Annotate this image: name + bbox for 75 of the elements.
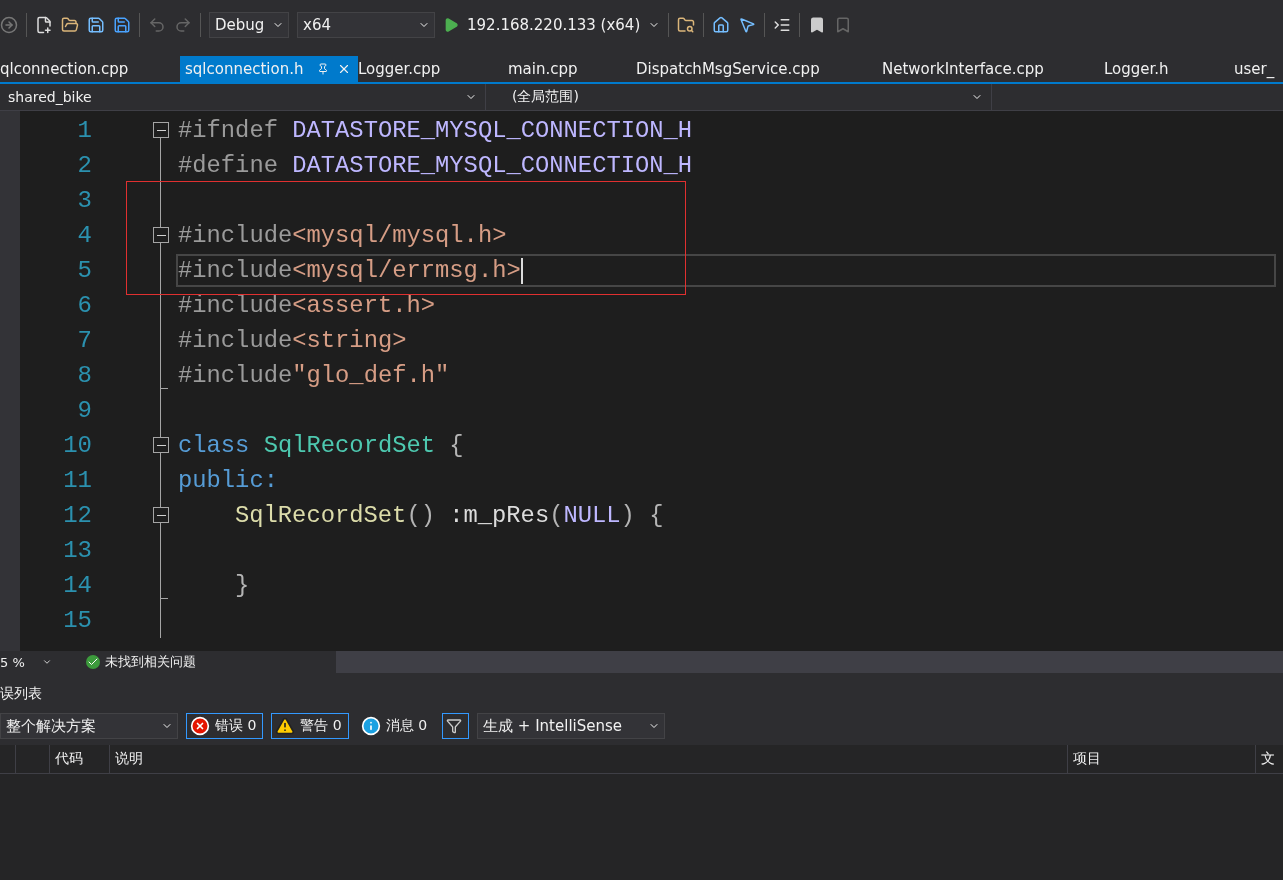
line-number: 4: [76, 222, 92, 249]
line-number: 13: [62, 537, 92, 564]
line-number: 12: [62, 502, 92, 529]
file-tab[interactable]: qlconnection.cpp: [0, 56, 180, 82]
play-icon[interactable]: [443, 17, 459, 33]
file-tab[interactable]: NetworkInterface.cpp: [882, 56, 1104, 82]
column-header[interactable]: 说明: [110, 745, 1068, 773]
line-number: 9: [76, 397, 92, 424]
code-line: #include<assert.h>: [177, 291, 437, 321]
column-header[interactable]: 代码: [50, 745, 110, 773]
redo-icon[interactable]: [174, 16, 192, 34]
panel-title: 误列表: [0, 685, 42, 703]
home-icon[interactable]: [712, 16, 731, 34]
forward-icon[interactable]: [0, 16, 18, 34]
line-number: 6: [76, 292, 92, 319]
clear-filter-button[interactable]: [442, 713, 470, 739]
file-tab[interactable]: sqlconnection.h: [180, 56, 358, 82]
file-tab[interactable]: Logger.cpp: [358, 56, 508, 82]
filter-toggle[interactable]: 警告 0: [271, 713, 349, 739]
line-number: 1: [76, 117, 92, 144]
filter-icon: [446, 718, 463, 734]
code-line: public:: [177, 466, 279, 496]
platform-dropdown[interactable]: x64: [297, 12, 435, 38]
issues-status: 未找到相关问题: [105, 653, 196, 671]
warning-icon: [275, 716, 296, 736]
project-dropdown[interactable]: shared_bike: [0, 84, 486, 110]
indent-icon[interactable]: [773, 16, 792, 34]
save-icon[interactable]: [87, 16, 105, 34]
collapse-icon[interactable]: [153, 227, 169, 243]
line-number: 5: [76, 257, 92, 284]
code-editor[interactable]: [0, 111, 1283, 651]
line-number: 14: [62, 572, 92, 599]
line-number: 8: [76, 362, 92, 389]
file-tab[interactable]: Logger.h: [1104, 56, 1234, 82]
caret-icon[interactable]: [42, 657, 52, 667]
code-line: #define DATASTORE_MYSQL_CONNECTION_H: [177, 151, 694, 181]
file-tab[interactable]: main.cpp: [508, 56, 636, 82]
filter-toggle[interactable]: 错误 0: [186, 713, 264, 739]
run-target-button[interactable]: 192.168.220.133 (x64): [467, 16, 641, 34]
column-header[interactable]: 项目: [1068, 745, 1256, 773]
code-line: #ifndef DATASTORE_MYSQL_CONNECTION_H: [177, 116, 694, 146]
line-number: 2: [76, 152, 92, 179]
filter-toggle[interactable]: 消息 0: [356, 713, 435, 739]
code-line: class SqlRecordSet {: [177, 431, 465, 461]
code-line: #include"glo_def.h": [177, 361, 451, 391]
configuration-dropdown[interactable]: Debug: [209, 12, 289, 38]
folder-search-icon[interactable]: [677, 16, 696, 34]
code-line: #include<string>: [177, 326, 408, 356]
line-number: 7: [76, 327, 92, 354]
line-number: 3: [76, 187, 92, 214]
save-all-icon[interactable]: [113, 16, 131, 34]
undo-icon[interactable]: [148, 16, 166, 34]
new-file-icon[interactable]: [35, 16, 53, 34]
error-icon: [190, 716, 210, 736]
line-number: 10: [62, 432, 92, 459]
code-line: }: [234, 571, 251, 601]
zoom-dropdown[interactable]: 5 %: [0, 651, 56, 673]
info-icon: [360, 716, 381, 736]
source-dropdown[interactable]: 生成 + IntelliSense: [477, 713, 666, 739]
pin-icon[interactable]: [317, 63, 330, 75]
line-number: 15: [62, 607, 92, 634]
code-line: #include<mysql/mysql.h>: [177, 221, 508, 251]
file-tab[interactable]: user_: [1234, 56, 1283, 82]
open-folder-icon[interactable]: [61, 16, 79, 34]
check-icon: [86, 655, 100, 669]
scope-dropdown[interactable]: 整个解决方案: [0, 713, 178, 739]
collapse-icon[interactable]: [153, 122, 169, 138]
collapse-icon[interactable]: [153, 437, 169, 453]
file-tab[interactable]: DispatchMsgService.cpp: [636, 56, 882, 82]
code-line: SqlRecordSet() :m_pRes(NULL) {: [234, 501, 665, 531]
column-header[interactable]: 文: [1256, 745, 1283, 773]
collapse-icon[interactable]: [153, 507, 169, 523]
line-number: 11: [62, 467, 92, 494]
pointer-icon[interactable]: [738, 16, 757, 34]
scope-dropdown[interactable]: (全局范围): [486, 84, 992, 110]
